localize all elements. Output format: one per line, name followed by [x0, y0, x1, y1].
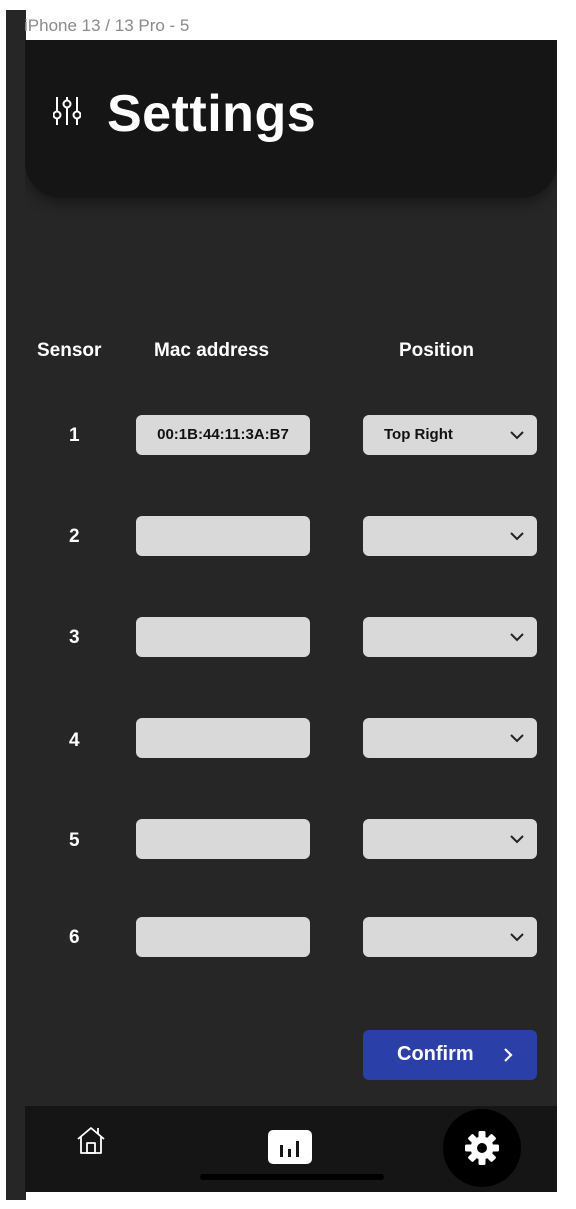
mac-address-field[interactable]: 00:1B:44:11:3A:B7	[136, 415, 310, 455]
chevron-down-icon	[510, 633, 524, 642]
chevron-down-icon	[510, 933, 524, 942]
page-header: Settings	[25, 40, 557, 198]
position-dropdown[interactable]	[363, 516, 537, 556]
mac-address-field[interactable]	[136, 917, 310, 957]
position-value: Top Right	[384, 426, 453, 443]
chevron-down-icon	[510, 835, 524, 844]
confirm-button[interactable]: Confirm	[363, 1030, 537, 1080]
page-backdrop	[6, 10, 26, 1200]
position-dropdown[interactable]	[363, 917, 537, 957]
bar-chart-icon[interactable]	[268, 1130, 312, 1164]
chevron-down-icon	[510, 532, 524, 541]
settings-nav-button[interactable]	[443, 1109, 521, 1187]
sensor-number: 5	[69, 830, 80, 851]
page-title: Settings	[107, 85, 317, 143]
position-dropdown[interactable]	[363, 718, 537, 758]
column-header-mac-address: Mac address	[154, 340, 270, 361]
sensor-number: 6	[69, 927, 80, 948]
mac-address-field[interactable]	[136, 617, 310, 657]
sensor-number: 1	[69, 425, 80, 446]
home-icon[interactable]	[75, 1124, 107, 1156]
position-dropdown[interactable]	[363, 617, 537, 657]
column-header-position: Position	[399, 340, 474, 361]
gear-icon	[465, 1131, 499, 1165]
home-indicator[interactable]	[200, 1174, 384, 1180]
confirm-label: Confirm	[397, 1043, 474, 1065]
mac-address-field[interactable]	[136, 819, 310, 859]
sensor-number: 3	[69, 627, 80, 648]
mac-address-field[interactable]	[136, 718, 310, 758]
frame-label: iPhone 13 / 13 Pro - 5	[24, 16, 190, 35]
chevron-down-icon	[510, 431, 524, 440]
sliders-icon	[53, 97, 81, 125]
phone-screen: Settings Sensor Mac address Position 1 0…	[25, 40, 557, 1192]
chevron-right-icon	[504, 1048, 513, 1062]
sensor-number: 4	[69, 730, 80, 751]
mac-address-field[interactable]	[136, 516, 310, 556]
position-dropdown[interactable]	[363, 819, 537, 859]
sensor-number: 2	[69, 526, 80, 547]
position-dropdown[interactable]: Top Right	[363, 415, 537, 455]
chevron-down-icon	[510, 734, 524, 743]
column-header-sensor: Sensor	[37, 340, 102, 361]
